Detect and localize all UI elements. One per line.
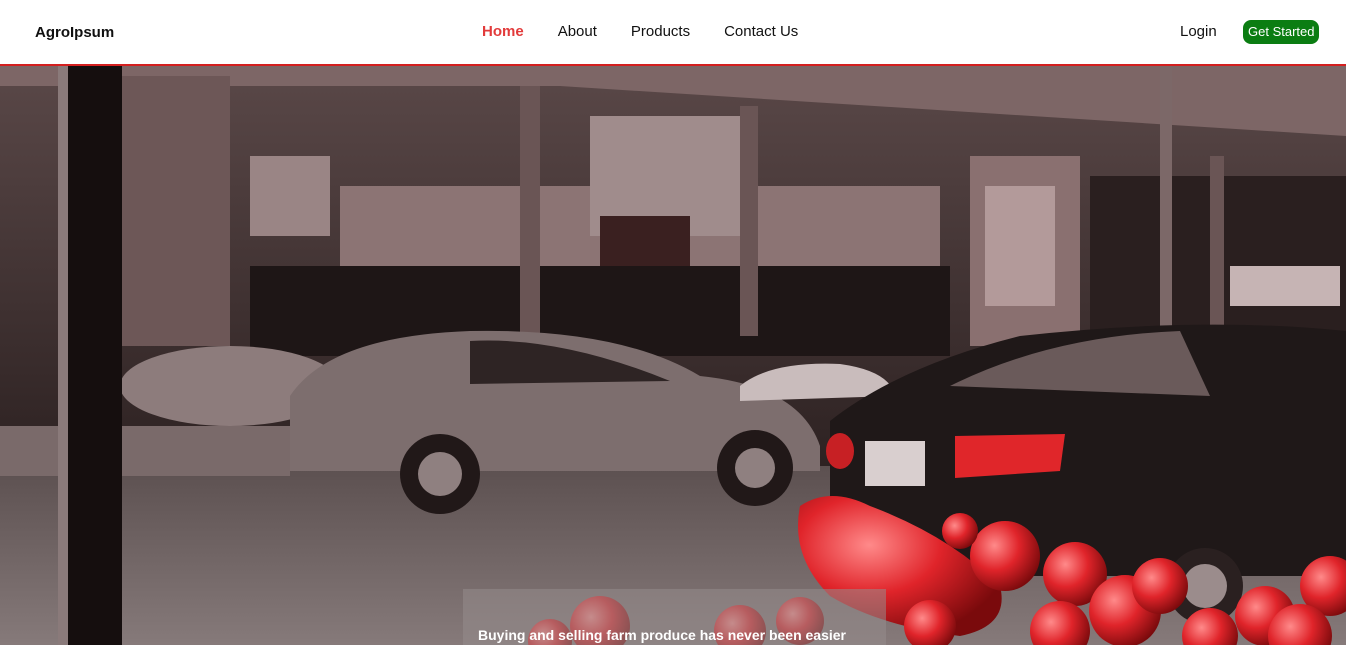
nav-home-link[interactable]: Home (482, 23, 524, 40)
brand-logo[interactable]: AgroIpsum (35, 24, 114, 41)
hero-background-image (0, 66, 1346, 645)
main-nav: Home About Products Contact Us (482, 23, 832, 40)
hero-caption: Buying and selling farm produce has neve… (478, 627, 847, 643)
nav-about-link[interactable]: About (558, 23, 597, 40)
nav-products-link[interactable]: Products (631, 23, 690, 40)
hero-banner: Buying and selling farm produce has neve… (0, 66, 1346, 645)
get-started-button[interactable]: Get Started (1243, 20, 1320, 44)
nav-contact-link[interactable]: Contact Us (724, 23, 798, 40)
top-navbar: AgroIpsum Home About Products Contact Us… (0, 0, 1346, 66)
login-link[interactable]: Login (1180, 23, 1217, 40)
